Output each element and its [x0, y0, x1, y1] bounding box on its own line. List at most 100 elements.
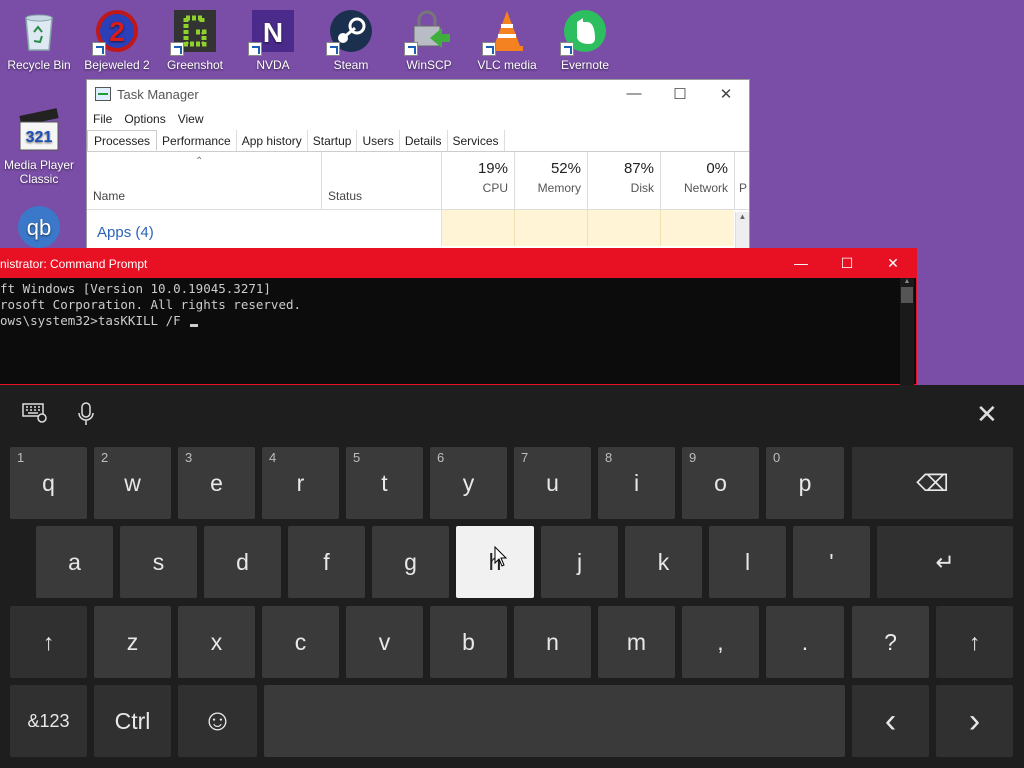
desktop-icon-recycle-bin[interactable]: Recycle Bin: [0, 0, 78, 72]
console-line: ft Windows [Version 10.0.19045.3271]: [0, 281, 271, 296]
desktop-icon-qbittorrent[interactable]: qb: [0, 196, 78, 254]
scrollbar-thumb[interactable]: [901, 287, 913, 303]
key-a[interactable]: a: [36, 526, 113, 598]
menu-options[interactable]: Options: [124, 112, 165, 126]
key-k[interactable]: k: [625, 526, 702, 598]
console-line: rosoft Corporation. All rights reserved.: [0, 297, 302, 312]
arrow-left-icon: ‹: [884, 701, 897, 740]
greenshot-icon: [170, 8, 218, 56]
column-memory[interactable]: 52% Memory: [514, 152, 587, 209]
task-manager-titlebar[interactable]: Task Manager — ☐ ✕: [87, 80, 749, 108]
key-o[interactable]: 9o: [682, 447, 759, 519]
column-status[interactable]: Status: [321, 152, 362, 209]
key-q[interactable]: 1q: [10, 447, 87, 519]
maximize-button[interactable]: ☐: [824, 255, 870, 272]
column-cpu[interactable]: 19% CPU: [441, 152, 514, 209]
maximize-button[interactable]: ☐: [657, 85, 703, 103]
key-i[interactable]: 8i: [598, 447, 675, 519]
key-n[interactable]: n: [514, 606, 591, 678]
shift-key-right[interactable]: ↑: [936, 606, 1013, 678]
key-u[interactable]: 7u: [514, 447, 591, 519]
console-scrollbar[interactable]: ▲: [900, 278, 914, 385]
key-question[interactable]: ?: [852, 606, 929, 678]
key-j[interactable]: j: [541, 526, 618, 598]
desktop-icon-winscp[interactable]: WinSCP: [390, 0, 468, 72]
key-z[interactable]: z: [94, 606, 171, 678]
key-g[interactable]: g: [372, 526, 449, 598]
enter-key[interactable]: ↵: [877, 526, 1013, 598]
key-t[interactable]: 5t: [346, 447, 423, 519]
desktop-icon-steam[interactable]: Steam: [312, 0, 390, 72]
close-button[interactable]: ✕: [870, 255, 916, 272]
scroll-up-arrow-icon[interactable]: ▲: [900, 278, 914, 285]
desktop-icon-greenshot[interactable]: Greenshot: [156, 0, 234, 72]
key-e[interactable]: 3e: [178, 447, 255, 519]
desktop-icon-nvda[interactable]: N NVDA: [234, 0, 312, 72]
task-manager-window[interactable]: Task Manager — ☐ ✕ File Options View Pro…: [86, 79, 751, 260]
column-disk[interactable]: 87% Disk: [587, 152, 660, 209]
symbols-key[interactable]: &123: [10, 685, 87, 757]
key-w[interactable]: 2w: [94, 447, 171, 519]
close-keyboard-button[interactable]: ✕: [976, 399, 998, 430]
key-v[interactable]: v: [346, 606, 423, 678]
shift-key-left[interactable]: ↑: [10, 606, 87, 678]
menu-bar: File Options View: [87, 108, 749, 130]
desktop-icon-vlc[interactable]: VLC media: [468, 0, 546, 72]
minimize-button[interactable]: —: [778, 255, 824, 272]
column-power[interactable]: P: [734, 152, 751, 209]
bejeweled-icon: 2: [92, 8, 140, 56]
key-apostrophe[interactable]: ': [793, 526, 870, 598]
arrow-right-key[interactable]: ›: [936, 685, 1013, 757]
svg-text:2: 2: [109, 16, 125, 47]
menu-file[interactable]: File: [93, 112, 112, 126]
desktop-icon-bejeweled[interactable]: 2 Bejeweled 2: [78, 0, 156, 72]
arrow-left-key[interactable]: ‹: [852, 685, 929, 757]
console-output[interactable]: ft Windows [Version 10.0.19045.3271] roso…: [0, 278, 916, 329]
key-r[interactable]: 4r: [262, 447, 339, 519]
group-row-apps[interactable]: Apps (4): [87, 210, 749, 246]
emoji-key[interactable]: ☺: [178, 685, 257, 757]
menu-view[interactable]: View: [178, 112, 204, 126]
minimize-button[interactable]: —: [611, 85, 657, 103]
backspace-key[interactable]: ⌫: [852, 447, 1013, 519]
key-comma[interactable]: ,: [682, 606, 759, 678]
tab-startup[interactable]: Startup: [308, 130, 358, 151]
key-x[interactable]: x: [178, 606, 255, 678]
shortcut-arrow-icon: [326, 42, 340, 56]
close-button[interactable]: ✕: [703, 85, 749, 103]
tab-performance[interactable]: Performance: [157, 130, 237, 151]
shift-icon: ↑: [968, 628, 981, 655]
tab-users[interactable]: Users: [357, 130, 400, 151]
key-c[interactable]: c: [262, 606, 339, 678]
tab-processes[interactable]: Processes: [87, 130, 158, 151]
desktop-icon-evernote[interactable]: Evernote: [546, 0, 624, 72]
key-b[interactable]: b: [430, 606, 507, 678]
memory-percent: 52%: [550, 160, 581, 177]
column-name[interactable]: Name: [93, 189, 125, 203]
tab-details[interactable]: Details: [400, 130, 448, 151]
shift-icon: ↑: [42, 628, 55, 655]
tab-services[interactable]: Services: [448, 130, 505, 151]
command-prompt-titlebar[interactable]: nistrator: Command Prompt — ☐ ✕: [0, 249, 916, 278]
keyboard-settings-icon[interactable]: [22, 402, 48, 429]
network-label: Network: [683, 181, 728, 195]
mouse-pointer-icon: [494, 546, 508, 567]
tab-app-history[interactable]: App history: [237, 130, 308, 151]
key-y[interactable]: 6y: [430, 447, 507, 519]
column-network[interactable]: 0% Network: [660, 152, 734, 209]
key-f[interactable]: f: [288, 526, 365, 598]
command-prompt-window[interactable]: nistrator: Command Prompt — ☐ ✕ ft Windo…: [0, 248, 917, 385]
key-d[interactable]: d: [204, 526, 281, 598]
ctrl-key[interactable]: Ctrl: [94, 685, 171, 757]
key-period[interactable]: .: [766, 606, 844, 678]
key-s[interactable]: s: [120, 526, 197, 598]
microphone-icon[interactable]: [78, 402, 94, 431]
task-manager-icon: [95, 87, 111, 101]
console-input-line: ows\system32>tasKKILL /F: [0, 313, 916, 329]
key-m[interactable]: m: [598, 606, 675, 678]
key-p[interactable]: 0p: [766, 447, 844, 519]
evernote-icon: [560, 8, 608, 56]
desktop-icon-media-player-classic[interactable]: 321 Media Player Classic: [0, 100, 78, 186]
key-l[interactable]: l: [709, 526, 786, 598]
space-key[interactable]: [264, 685, 845, 757]
